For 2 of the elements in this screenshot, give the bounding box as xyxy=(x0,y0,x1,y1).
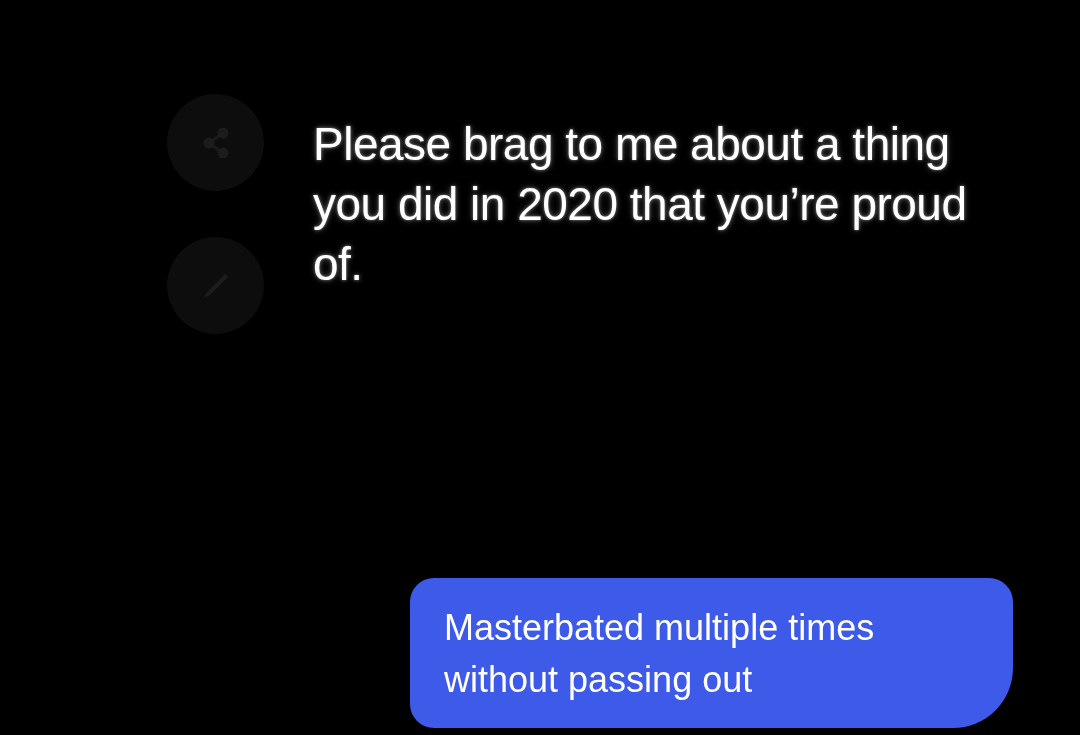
reply-bubble: Masterbated multiple times without passing out xyxy=(410,578,1013,728)
story-text: Please brag to me about a thing you did in 2020 that you’re proud of. xyxy=(313,117,968,292)
